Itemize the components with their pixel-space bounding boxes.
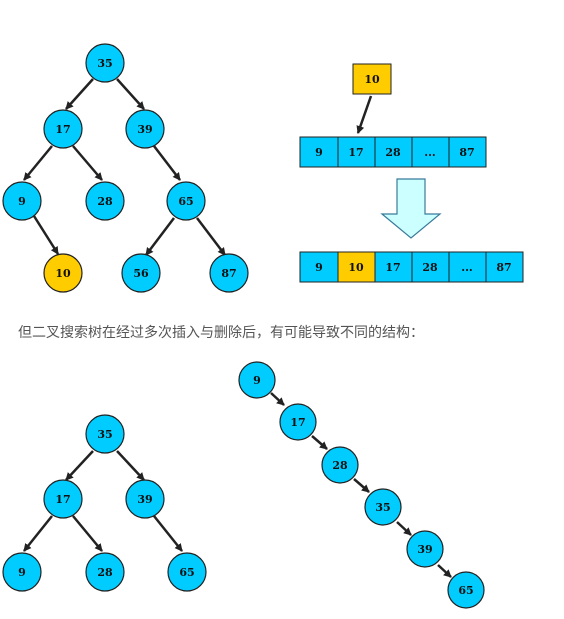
node-label: 28: [97, 566, 113, 579]
balanced-tree: 35 17 39 9 28 65: [2, 414, 207, 592]
node-label: 56: [133, 267, 149, 280]
node-label: 65: [458, 584, 473, 597]
node-label: 87: [221, 267, 236, 280]
tree-node: 35: [364, 488, 402, 526]
tree-node: 9: [2, 552, 42, 592]
edge-9-10: [32, 215, 60, 255]
tree-node: 39: [406, 530, 444, 568]
edge-35-39: [116, 78, 145, 110]
node-label: 65: [179, 566, 194, 579]
top-tree: 35 17 39 9 28 65 10 56 87: [2, 43, 249, 293]
node-label: 17: [290, 416, 305, 429]
tree-node: 65: [167, 552, 207, 592]
edge-65-87: [196, 217, 226, 256]
tree-node: 28: [85, 181, 125, 221]
edge-35-39: [396, 521, 412, 536]
tree-node: 17: [279, 403, 317, 441]
edge-28-35: [353, 478, 370, 493]
tree-node: 28: [321, 446, 359, 484]
caption-text: 但二叉搜索树在经过多次插入与删除后，有可能导致不同的结构：: [18, 325, 424, 341]
tree-node: 17: [43, 479, 83, 519]
node-label: 39: [137, 123, 152, 136]
down-arrow-icon: [380, 178, 442, 239]
tree-node: 56: [121, 253, 161, 293]
array-cell-label: 9: [315, 146, 323, 159]
tree-node: 28: [85, 552, 125, 592]
array-cell-label: 9: [315, 261, 323, 274]
insert-value-box: 10: [352, 63, 392, 95]
tree-node: 17: [43, 109, 83, 149]
tree-node: 39: [125, 109, 165, 149]
insert-box-label: 10: [364, 73, 380, 86]
edge-35-39: [116, 450, 145, 481]
array-cell-label: ...: [424, 146, 436, 159]
tree-node: 65: [166, 181, 206, 221]
node-label: 28: [97, 195, 113, 208]
edge-39-65: [437, 564, 452, 578]
tree-node: 87: [209, 253, 249, 293]
tree-node: 39: [125, 479, 165, 519]
array-insertion: 10 9 17 28 ... 87 9 10 17 28 ... 87: [299, 63, 524, 283]
node-label: 17: [55, 123, 70, 136]
edge-39-65: [153, 515, 183, 552]
array-cell-label: 17: [348, 146, 363, 159]
edge-35-17: [65, 450, 94, 481]
node-label: 9: [253, 374, 261, 387]
edge-9-17: [270, 392, 285, 406]
tree-node: 9: [238, 361, 276, 399]
node-label: 39: [417, 543, 432, 556]
edge-65-56: [145, 217, 175, 256]
array-cell-label: 28: [422, 261, 438, 274]
node-label: 9: [18, 566, 26, 579]
node-label: 35: [97, 428, 112, 441]
tree-node-highlighted: 10: [43, 253, 83, 293]
edge-35-17: [65, 78, 94, 110]
node-label: 17: [55, 493, 70, 506]
insert-arrow: [356, 95, 373, 134]
edge-17-28: [72, 515, 103, 552]
array-cell-label: 10: [348, 261, 364, 274]
array-cell-label: 28: [385, 146, 401, 159]
array-cell-label: 87: [459, 146, 474, 159]
tree-node: 35: [85, 414, 125, 454]
array-before: 9 17 28 ... 87: [299, 136, 487, 168]
node-label: 35: [375, 501, 390, 514]
tree-node: 9: [2, 181, 42, 221]
array-cell-label: 87: [496, 261, 511, 274]
edge-17-9: [23, 515, 53, 552]
edge-39-65: [153, 145, 181, 181]
array-cell-label: 17: [385, 261, 400, 274]
tree-node: 65: [447, 571, 485, 609]
diagram-canvas: 35 17 39 9 28 65 10 56 87 10 9 17 28 ...…: [2, 43, 524, 609]
edge-17-28: [72, 145, 103, 181]
tree-node: 35: [85, 43, 125, 83]
chain-tree: 9 17 28 35 39 65: [238, 361, 485, 609]
edge-17-28: [311, 435, 328, 450]
node-label: 65: [178, 195, 193, 208]
edge-17-9: [23, 145, 53, 181]
array-cell-label: ...: [461, 261, 473, 274]
node-label: 39: [137, 493, 152, 506]
array-after: 9 10 17 28 ... 87: [299, 251, 524, 283]
node-label: 35: [97, 57, 112, 70]
node-label: 10: [55, 267, 71, 280]
node-label: 9: [18, 195, 26, 208]
node-label: 28: [332, 459, 348, 472]
